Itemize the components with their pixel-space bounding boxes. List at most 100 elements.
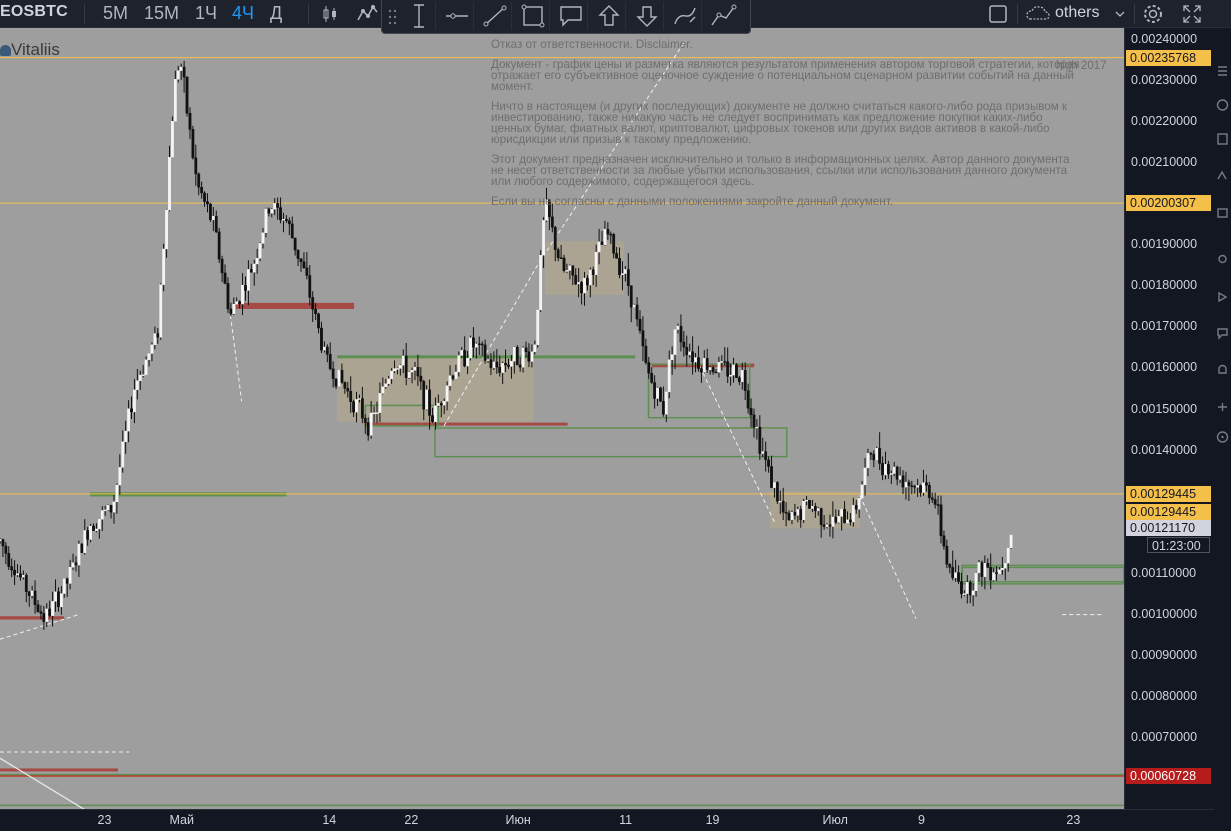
candle-down [808, 500, 811, 509]
candle-up [454, 371, 458, 379]
candle-up [135, 380, 139, 391]
candle-down [653, 382, 657, 399]
candle-down [65, 578, 69, 584]
candle-down [986, 563, 990, 568]
candle-up [673, 329, 677, 355]
chats-icon[interactable] [1215, 326, 1230, 340]
high-2017-label: high 2017 [1056, 60, 1107, 72]
candle-up [983, 563, 987, 577]
candle-up [816, 508, 820, 512]
candle-up [597, 241, 601, 253]
horizontal-line-icon[interactable] [440, 2, 474, 30]
fullscreen-icon[interactable] [1180, 2, 1204, 26]
projection-line [859, 495, 917, 619]
candle-up [954, 572, 958, 578]
layout-name[interactable]: others [1055, 4, 1099, 22]
hotlist-icon[interactable] [1215, 168, 1230, 182]
candle-down [498, 366, 502, 373]
path-icon[interactable] [706, 2, 740, 30]
rectangle-icon[interactable] [516, 2, 550, 30]
candle-up [51, 601, 55, 616]
candle-up [381, 386, 385, 394]
candle-down [4, 545, 8, 554]
candle-down [872, 454, 876, 461]
candle-up [568, 265, 572, 271]
cloud-icon[interactable] [1024, 2, 1052, 26]
timeframe-15m[interactable]: 15M [144, 3, 179, 24]
candle-down [948, 564, 952, 568]
candle-up [825, 524, 829, 527]
candle-up [732, 364, 735, 376]
price-scale[interactable]: 0.00240000 0.00230000 0.00220000 0.00210000… [1124, 28, 1214, 809]
notifications-icon[interactable] [1215, 363, 1230, 377]
candle-down [682, 341, 686, 348]
trend-line-icon[interactable] [478, 2, 512, 30]
arrow-down-icon[interactable] [630, 2, 664, 30]
gear-icon[interactable] [1141, 2, 1165, 26]
candle-up [664, 391, 668, 415]
candle-down [705, 358, 709, 371]
candle-down [320, 327, 323, 351]
timeframe-5m[interactable]: 5M [103, 3, 128, 24]
vertical-range-icon[interactable] [402, 2, 436, 30]
order-panel-icon[interactable] [1215, 400, 1230, 414]
candle-up [71, 562, 75, 568]
layout-icon[interactable] [986, 2, 1010, 26]
candle-down [881, 463, 884, 476]
candle-down [109, 504, 113, 513]
indicators-icon[interactable] [355, 2, 379, 26]
candle-up [632, 304, 636, 308]
candle-up [536, 309, 540, 345]
candle-down [714, 371, 718, 374]
candle-down [80, 543, 84, 553]
candle-up [16, 573, 19, 576]
candle-down [723, 361, 727, 363]
timeframe-1h[interactable]: 1Ч [195, 3, 217, 24]
streams-icon[interactable] [1215, 290, 1230, 304]
candle-up [846, 519, 849, 524]
candle-up [1009, 534, 1013, 549]
candle-up [755, 426, 759, 429]
candles-icon[interactable] [318, 2, 342, 26]
candle-down [276, 203, 280, 208]
candle-up [115, 484, 119, 503]
chevron-down-icon[interactable] [1113, 2, 1127, 26]
candle-up [68, 567, 72, 584]
candle-down [36, 604, 40, 612]
candle-down [308, 275, 312, 298]
chart-pane[interactable]: Vitaliis Отказ от ответственности. Discl… [0, 28, 1124, 809]
time-axis[interactable]: 23 Май 14 22 Июн 11 19 Июл 9 23 [0, 809, 1214, 831]
candle-up [965, 582, 969, 594]
candle-up [533, 344, 537, 352]
candle-down [849, 519, 852, 523]
help-icon[interactable] [1215, 430, 1230, 444]
candle-up [884, 464, 887, 476]
candle-down [524, 347, 528, 353]
candle-up [974, 572, 978, 591]
candle-down [156, 333, 160, 338]
data-window-icon[interactable] [1215, 132, 1230, 146]
candle-down [945, 545, 949, 565]
candle-up [436, 403, 440, 406]
candle-down [1, 539, 5, 547]
symbol-name[interactable]: EOSBTC [0, 3, 68, 21]
calendar-icon[interactable] [1215, 206, 1230, 220]
timeframe-4h[interactable]: 4Ч [232, 3, 254, 24]
arrow-up-icon[interactable] [592, 2, 626, 30]
candle-down [887, 464, 890, 475]
candle-down [600, 241, 604, 245]
watchlist-icon[interactable] [1215, 64, 1230, 78]
brush-icon[interactable] [668, 2, 702, 30]
grip-icon[interactable] [388, 8, 398, 26]
candle-down [188, 112, 192, 130]
candle-down [439, 403, 443, 406]
candle-up [147, 353, 151, 361]
ideas-icon[interactable] [1215, 253, 1230, 267]
candle-up [247, 269, 250, 291]
candle-up [875, 447, 879, 461]
candle-down [244, 284, 247, 291]
alert-icon[interactable] [1215, 98, 1230, 112]
timeframe-d[interactable]: Д [270, 3, 282, 24]
candle-up [232, 304, 236, 314]
callout-icon[interactable] [554, 2, 588, 30]
